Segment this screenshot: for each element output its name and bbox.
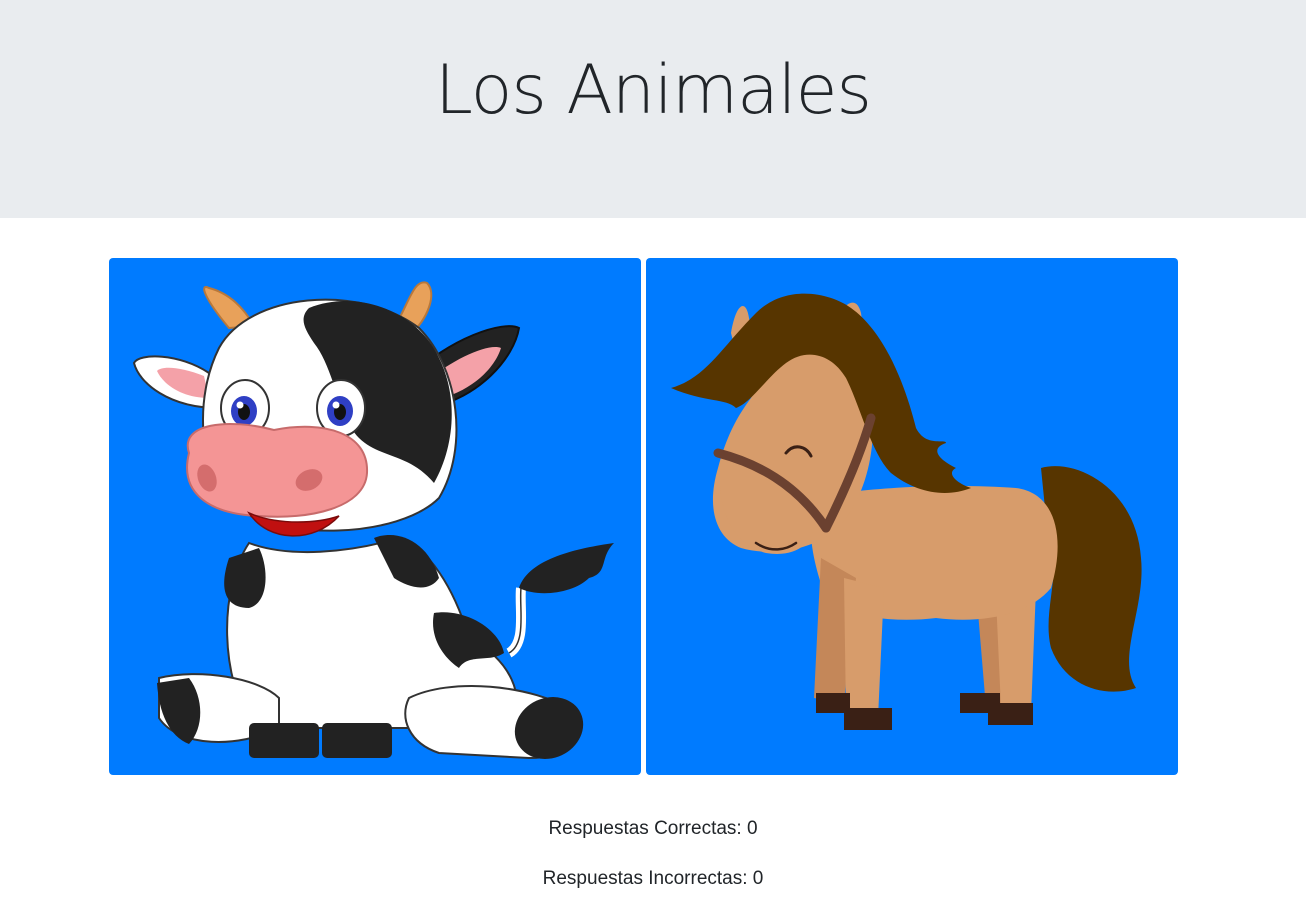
header-jumbotron: Los Animales xyxy=(0,0,1306,218)
correct-answers-count: Respuestas Correctas: 0 xyxy=(548,818,758,839)
horse-icon xyxy=(671,293,1142,730)
page-title: Los Animales xyxy=(435,51,872,130)
cow-icon xyxy=(132,281,614,760)
answer-option-horse[interactable] xyxy=(646,258,1178,775)
incorrect-answers-count: Respuestas Incorrectas: 0 xyxy=(542,868,764,889)
answer-option-cow[interactable] xyxy=(109,258,641,775)
